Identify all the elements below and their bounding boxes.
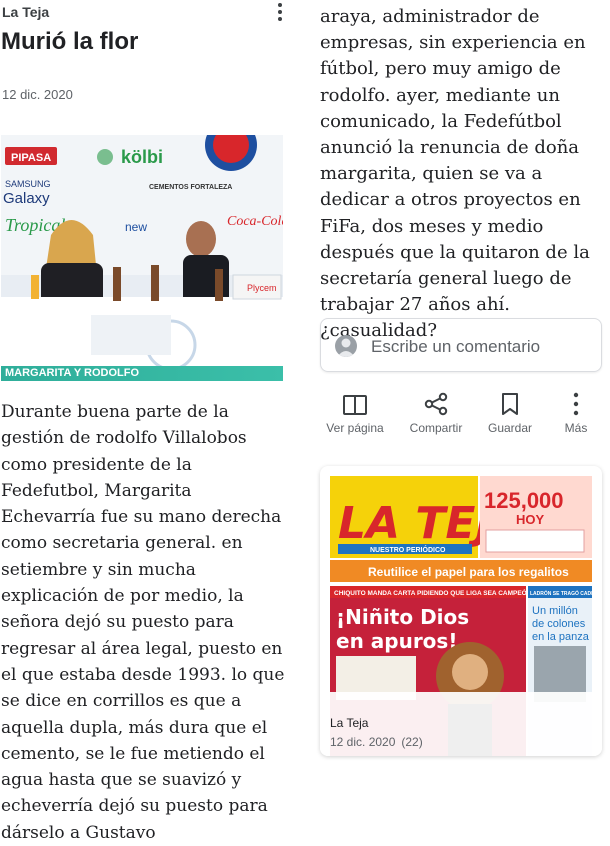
article-header: La Teja — [2, 2, 290, 24]
article-paragraph: araya, administrador de empresas, sin ex… — [320, 6, 590, 342]
svg-text:¡Niñito Dios: ¡Niñito Dios — [336, 605, 469, 629]
svg-text:Coca-Cola: Coca-Cola — [227, 214, 283, 229]
card-meta: 12 dic. 2020 (22) — [330, 735, 429, 749]
press-conference-photo: PIPASA kölbi SAMSUNG Galaxy Tropical CEM… — [1, 135, 283, 381]
save-button[interactable]: Guardar — [475, 392, 545, 435]
svg-text:de colones: de colones — [532, 618, 586, 630]
view-page-label: Ver página — [326, 421, 384, 435]
photo-caption: MARGARITA Y RODOLFO — [1, 366, 283, 381]
comment-input[interactable] — [369, 333, 593, 361]
card-publication-name: La Teja — [330, 716, 369, 730]
svg-text:LADRÓN SE TRAGÓ CADENA: LADRÓN SE TRAGÓ CADENA — [530, 589, 592, 597]
svg-text:PIPASA: PIPASA — [11, 152, 51, 164]
article-photo[interactable]: PIPASA kölbi SAMSUNG Galaxy Tropical CEM… — [1, 135, 283, 381]
svg-text:HOY: HOY — [516, 512, 545, 527]
comment-box[interactable] — [320, 318, 602, 372]
svg-text:SAMSUNG: SAMSUNG — [5, 179, 51, 189]
svg-text:Plycem: Plycem — [247, 283, 277, 293]
svg-text:kölbi: kölbi — [121, 147, 163, 167]
svg-text:Un millón: Un millón — [532, 605, 578, 617]
publication-name: La Teja — [2, 4, 50, 20]
svg-text:en la panza: en la panza — [532, 631, 590, 643]
share-button[interactable]: Compartir — [401, 392, 471, 435]
svg-text:Galaxy: Galaxy — [3, 190, 50, 207]
action-bar: Ver página Compartir Guardar Más — [320, 392, 608, 442]
svg-text:CHIQUITO MANDA CARTA PIDIENDO: CHIQUITO MANDA CARTA PIDIENDO QUE LIGA S… — [334, 588, 532, 597]
article-body-right: araya, administrador de empresas, sin ex… — [320, 4, 608, 345]
book-open-icon — [343, 395, 367, 415]
card-count: (22) — [401, 735, 423, 749]
more-options-icon[interactable] — [270, 2, 290, 24]
save-label: Guardar — [487, 421, 533, 435]
user-avatar-icon — [335, 335, 357, 357]
svg-text:new: new — [125, 220, 147, 234]
card-date: 12 dic. 2020 — [330, 735, 396, 749]
article-paragraph: Durante buena parte de la gestión de rod… — [1, 402, 285, 843]
article-date: 12 dic. 2020 — [2, 87, 73, 102]
svg-text:CEMENTOS FORTALEZA: CEMENTOS FORTALEZA — [149, 184, 232, 191]
more-label: Más — [564, 421, 588, 435]
svg-text:Reutilice el papel para los re: Reutilice el papel para los regalitos — [368, 565, 569, 579]
article-body-left: Durante buena parte de la gestión de rod… — [1, 399, 285, 846]
article-column-right: araya, administrador de empresas, sin ex… — [320, 0, 610, 799]
svg-text:NUESTRO PERIÓDICO: NUESTRO PERIÓDICO — [370, 545, 446, 554]
share-icon — [424, 392, 448, 416]
issue-card[interactable]: LA TEJA NUESTRO PERIÓDICO 125,000 HOY Re… — [320, 466, 602, 756]
svg-text:125,000: 125,000 — [484, 488, 564, 513]
share-label: Compartir — [409, 421, 463, 435]
article-column-left: La Teja Murió la flor 12 dic. 2020 PIPAS… — [0, 0, 290, 843]
article-title: Murió la flor — [1, 28, 139, 55]
more-button[interactable]: Más — [541, 392, 610, 435]
more-vert-icon — [573, 392, 579, 416]
bookmark-icon — [502, 393, 518, 415]
view-page-button[interactable]: Ver página — [320, 392, 390, 435]
svg-text:en apuros!: en apuros! — [336, 629, 457, 653]
